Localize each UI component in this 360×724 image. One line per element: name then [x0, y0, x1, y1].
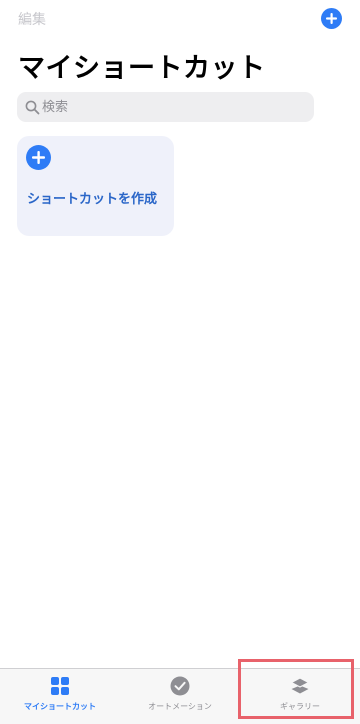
tab-label: オートメーション [148, 702, 212, 711]
card-add-button [26, 145, 51, 170]
edit-button[interactable]: 編集 [18, 9, 46, 29]
create-shortcut-card[interactable]: ショートカットを作成 [17, 136, 174, 236]
add-shortcut-button[interactable] [321, 8, 342, 29]
tab-my-shortcuts[interactable]: マイショートカット [0, 669, 120, 724]
plus-icon [326, 13, 337, 24]
automation-check-icon [170, 676, 190, 696]
tab-gallery[interactable]: ギャラリー [240, 669, 360, 724]
search-bar[interactable] [17, 92, 314, 122]
layers-icon [290, 677, 310, 694]
search-icon [25, 100, 40, 115]
plus-icon [32, 151, 45, 164]
tab-label: ギャラリー [280, 702, 320, 711]
search-input[interactable] [42, 92, 302, 122]
grid-icon [51, 677, 69, 695]
tab-bar: マイショートカット オートメーション ギャラリー [0, 668, 360, 724]
tab-label: マイショートカット [24, 702, 96, 711]
create-shortcut-label: ショートカットを作成 [27, 192, 158, 207]
page-title: マイショートカット [18, 53, 266, 84]
top-bar: 編集 [0, 0, 360, 40]
tab-automation[interactable]: オートメーション [120, 669, 240, 724]
